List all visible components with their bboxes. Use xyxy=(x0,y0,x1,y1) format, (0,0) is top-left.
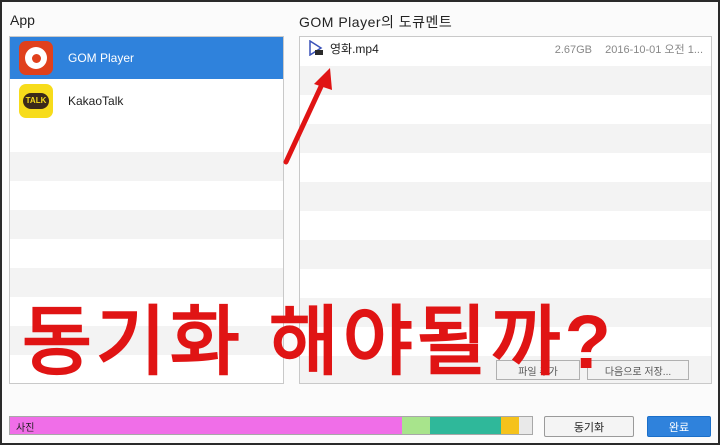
list-stripe xyxy=(300,269,711,298)
storage-label: 사진 xyxy=(16,423,35,434)
storage-segment xyxy=(401,417,431,434)
list-stripe xyxy=(10,152,283,181)
list-stripe xyxy=(300,182,711,211)
list-stripe xyxy=(10,123,283,152)
list-stripe xyxy=(300,95,711,124)
app-item-gom-player[interactable]: GOM Player xyxy=(10,37,283,79)
video-file-icon xyxy=(309,40,323,56)
list-stripe xyxy=(10,239,283,268)
storage-segment xyxy=(430,417,501,434)
red-arrow-annotation xyxy=(283,68,332,165)
list-stripe xyxy=(300,211,711,240)
file-row[interactable]: 영화.mp4 2.67GB 2016-10-01 오전 1... xyxy=(300,37,711,59)
storage-segment xyxy=(500,417,519,434)
app-label: KakaoTalk xyxy=(68,94,124,108)
storage-segment xyxy=(10,417,402,434)
storage-usage-bar: 사진 xyxy=(9,416,533,435)
sync-button[interactable]: 동기화 xyxy=(544,416,634,437)
overlay-question-text: 동기화 해야될까? xyxy=(22,300,615,385)
file-name: 영화.mp4 xyxy=(330,41,379,56)
list-stripe xyxy=(300,124,711,153)
list-stripe xyxy=(10,210,283,239)
window: App GOM Player의 도큐멘트 GOM Player TALK Kak… xyxy=(0,0,720,445)
list-stripe xyxy=(300,66,711,95)
list-stripe xyxy=(10,181,283,210)
list-stripe xyxy=(300,153,711,182)
documents-header: GOM Player의 도큐멘트 xyxy=(299,14,453,30)
apps-header: App xyxy=(10,12,35,28)
app-item-kakaotalk[interactable]: TALK KakaoTalk xyxy=(10,80,283,122)
list-stripe xyxy=(300,240,711,269)
file-date: 2016-10-01 오전 1... xyxy=(605,44,703,56)
list-stripe xyxy=(10,268,283,297)
gom-player-icon xyxy=(19,41,53,75)
app-label: GOM Player xyxy=(68,51,135,65)
file-size: 2.67GB xyxy=(554,44,593,56)
kakaotalk-icon: TALK xyxy=(19,84,53,118)
done-button[interactable]: 완료 xyxy=(647,416,711,437)
